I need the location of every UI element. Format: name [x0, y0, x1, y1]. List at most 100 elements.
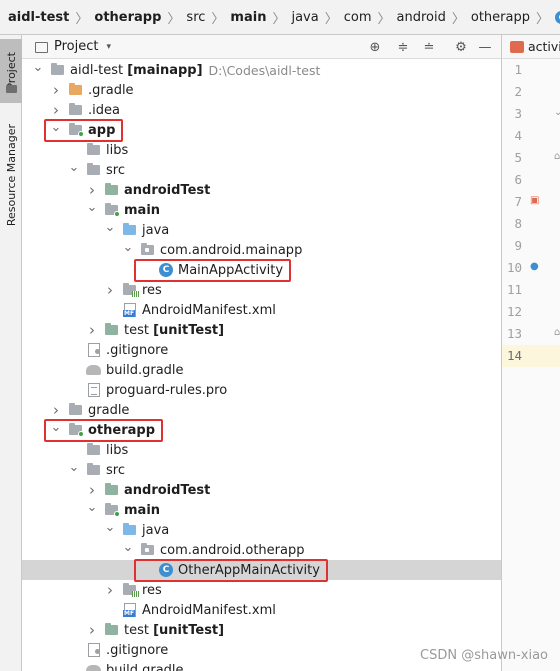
- breadcrumb-separator-icon: 〉: [272, 11, 286, 27]
- tree-row[interactable]: ⌄ main: [22, 500, 501, 520]
- breadcrumb-item[interactable]: com: [344, 10, 372, 25]
- breadcrumb-item[interactable]: main: [230, 10, 266, 25]
- tree-row[interactable]: ›build.gradle: [22, 360, 501, 380]
- tree-row-label: aidl-test [mainapp]: [70, 62, 203, 78]
- tree-row[interactable]: ⌄ java: [22, 520, 501, 540]
- tree-row[interactable]: ⌄ main: [22, 200, 501, 220]
- tree-row[interactable]: ⌄ aidl-test [mainapp] D:\Codes\aidl-test: [22, 60, 501, 80]
- breadcrumb-item[interactable]: otherapp: [94, 10, 161, 25]
- fold-marker-icon[interactable]: ⌂: [554, 151, 560, 162]
- chevron-down-icon[interactable]: ⌄: [50, 417, 62, 437]
- line-number: 8: [514, 216, 522, 231]
- module-folder-icon: [68, 423, 84, 437]
- tree-row-label: app: [88, 122, 116, 138]
- chevron-down-icon[interactable]: ⌄: [68, 157, 80, 177]
- chevron-right-icon[interactable]: ›: [50, 80, 62, 100]
- tree-row[interactable]: ›libs: [22, 440, 501, 460]
- android-layout-icon[interactable]: ▣: [530, 195, 539, 206]
- gradle-file-icon: [86, 663, 102, 671]
- breadcrumb-separator-icon: 〉: [377, 11, 391, 27]
- gradle-file-icon: [86, 363, 102, 377]
- breadcrumb-item[interactable]: COtherAppMainActivity: [555, 10, 560, 25]
- breadcrumb-item[interactable]: otherapp: [471, 10, 530, 25]
- tree-row[interactable]: › test [unitTest]: [22, 320, 501, 340]
- tree-row-label: MainAppActivity: [178, 262, 284, 278]
- chevron-down-icon[interactable]: ⌄: [122, 537, 134, 557]
- line-number: 11: [506, 282, 522, 297]
- chevron-down-icon[interactable]: ⌄: [50, 117, 62, 137]
- tree-row[interactable]: ⌄ otherapp: [22, 420, 501, 440]
- chevron-down-icon[interactable]: ⌄: [104, 217, 116, 237]
- tree-row[interactable]: › test [unitTest]: [22, 620, 501, 640]
- tree-row-label: main: [124, 202, 161, 218]
- manifest-file-icon: [122, 603, 138, 617]
- chevron-down-icon[interactable]: ▾: [106, 42, 111, 52]
- chevron-right-icon[interactable]: ›: [86, 620, 98, 640]
- tree-row[interactable]: ⌄ java: [22, 220, 501, 240]
- chevron-down-icon[interactable]: ⌄: [104, 517, 116, 537]
- class-icon: C: [158, 263, 174, 277]
- collapse-all-icon[interactable]: ≐: [420, 38, 438, 56]
- chevron-right-icon[interactable]: ›: [86, 320, 98, 340]
- line-number: 6: [514, 172, 522, 187]
- breadcrumb-item[interactable]: java: [291, 10, 318, 25]
- chevron-right-icon[interactable]: ›: [104, 280, 116, 300]
- chevron-down-icon[interactable]: ⌄: [86, 197, 98, 217]
- minimize-icon[interactable]: —: [476, 38, 494, 56]
- tree-row[interactable]: ›libs: [22, 140, 501, 160]
- tree-row[interactable]: ›CMainAppActivity: [22, 260, 501, 280]
- resource-folder-icon: [122, 583, 139, 597]
- fold-marker-icon[interactable]: ⌂: [554, 327, 560, 338]
- tree-row[interactable]: › .gradle: [22, 80, 501, 100]
- folder-icon: [50, 63, 66, 77]
- tree-row[interactable]: ›proguard-rules.pro: [22, 380, 501, 400]
- tree-row[interactable]: ⌄ src: [22, 460, 501, 480]
- project-tool-tab[interactable]: Project: [0, 39, 22, 103]
- tree-row[interactable]: ›AndroidManifest.xml: [22, 600, 501, 620]
- expand-all-icon[interactable]: ≑: [394, 38, 412, 56]
- override-marker-icon[interactable]: ●: [530, 261, 539, 272]
- tree-row[interactable]: › gradle: [22, 400, 501, 420]
- tree-row-label: test [unitTest]: [124, 322, 225, 338]
- resource-manager-tab[interactable]: Resource Manager: [0, 115, 22, 235]
- manifest-file-icon: [122, 303, 138, 317]
- tree-row[interactable]: ›.gitignore: [22, 340, 501, 360]
- tree-row[interactable]: › res: [22, 580, 501, 600]
- chevron-right-icon[interactable]: ›: [104, 580, 116, 600]
- breadcrumb-label: src: [186, 9, 206, 25]
- tree-row-label: main: [124, 502, 161, 518]
- editor-tab[interactable]: activi: [502, 35, 560, 59]
- project-panel-title[interactable]: Project: [54, 39, 98, 54]
- module-folder-icon: [68, 123, 84, 137]
- test-folder-icon: [104, 483, 120, 497]
- breadcrumb-separator-icon: 〉: [535, 11, 549, 27]
- fold-marker-icon[interactable]: ⌄: [554, 107, 560, 118]
- tree-row[interactable]: › .idea: [22, 100, 501, 120]
- tree-row-label: res: [142, 582, 162, 598]
- tree-row[interactable]: ›AndroidManifest.xml: [22, 300, 501, 320]
- breadcrumb-separator-icon: 〉: [167, 11, 181, 27]
- breadcrumb-item[interactable]: src: [186, 10, 205, 25]
- chevron-down-icon[interactable]: ⌄: [32, 60, 44, 77]
- chevron-down-icon[interactable]: ⌄: [68, 457, 80, 477]
- tree-row-label: com.android.mainapp: [160, 242, 303, 258]
- breadcrumb-item[interactable]: android: [397, 10, 446, 25]
- project-window-icon: [35, 42, 48, 53]
- tree-row[interactable]: ⌄ app: [22, 120, 501, 140]
- gear-icon[interactable]: ⚙: [452, 38, 470, 56]
- breadcrumb-separator-icon: 〉: [75, 11, 89, 27]
- tree-row[interactable]: ⌄ com.android.otherapp: [22, 540, 501, 560]
- line-number: 5: [514, 150, 522, 165]
- line-number: 12: [506, 304, 522, 319]
- tree-row-label: .idea: [88, 102, 120, 118]
- chevron-down-icon[interactable]: ⌄: [86, 497, 98, 517]
- chevron-down-icon[interactable]: ⌄: [122, 237, 134, 257]
- tree-row[interactable]: ⌄ src: [22, 160, 501, 180]
- tree-row-label: .gradle: [88, 82, 134, 98]
- tree-row-label: res: [142, 282, 162, 298]
- breadcrumb-item[interactable]: aidl-test: [8, 10, 69, 25]
- tree-row[interactable]: ⌄ com.android.mainapp: [22, 240, 501, 260]
- tree-row[interactable]: › res: [22, 280, 501, 300]
- tree-row[interactable]: ›COtherAppMainActivity: [22, 560, 501, 580]
- locate-target-icon[interactable]: ⊕: [366, 38, 384, 56]
